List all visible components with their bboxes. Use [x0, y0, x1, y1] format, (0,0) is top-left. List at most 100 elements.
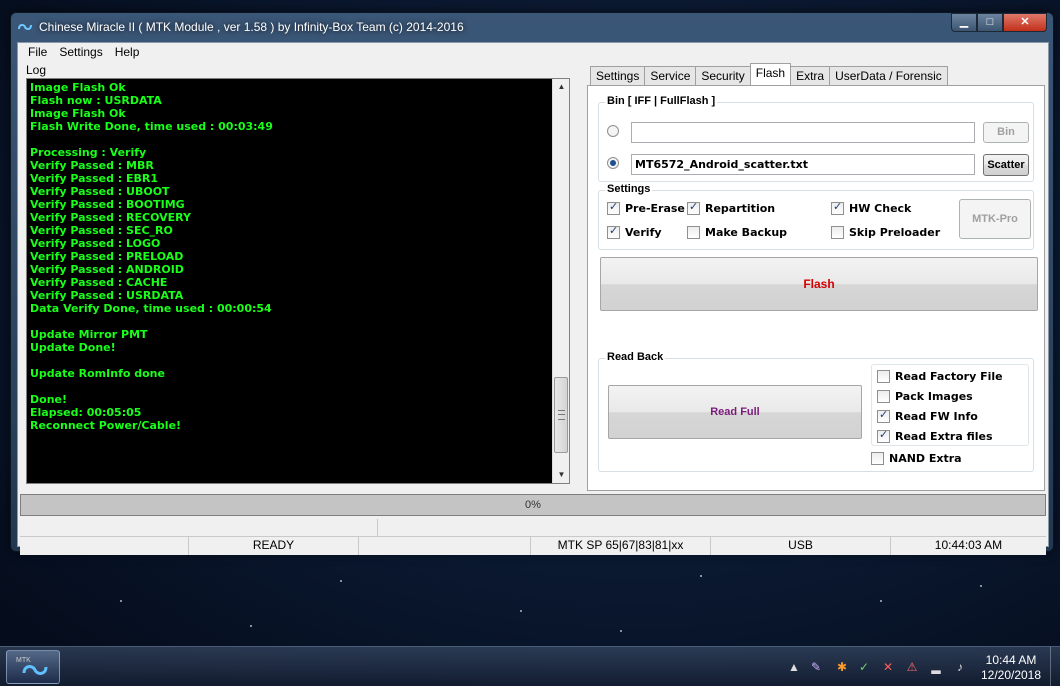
flag-error-icon[interactable]: ✕ [880, 659, 896, 675]
read-extra-files-option[interactable]: Read Extra files [877, 428, 993, 443]
repartition-label: Repartition [705, 202, 776, 215]
taskbar-app-button[interactable]: MTK [6, 650, 60, 684]
clock-time: 10:44 AM [985, 653, 1037, 667]
pre-erase-option[interactable]: Pre-Erase [607, 200, 685, 215]
bin-radio[interactable] [607, 125, 619, 137]
title-bar[interactable]: Chinese Miracle II ( MTK Module , ver 1.… [11, 13, 1053, 41]
log-scrollbar[interactable]: ▲ ▼ [552, 79, 569, 483]
verify-option[interactable]: Verify [607, 224, 662, 239]
scroll-down-icon[interactable]: ▼ [553, 467, 570, 483]
skip-preloader-label: Skip Preloader [849, 226, 941, 239]
settings-group-title: Settings [605, 183, 653, 195]
maximize-button[interactable]: □ [977, 13, 1003, 32]
infinity-logo-icon [18, 23, 32, 31]
mtk-pro-button[interactable]: MTK-Pro [959, 199, 1031, 239]
pack-images-label: Pack Images [895, 390, 973, 403]
shield-check-icon[interactable]: ✓ [856, 659, 872, 675]
nand-extra-option[interactable]: NAND Extra [871, 452, 962, 465]
taskbar-clock[interactable]: 10:44 AM 12/20/2018 [978, 653, 1044, 683]
menu-bar: File Settings Help [18, 43, 1048, 61]
minimize-button[interactable]: ▁ [951, 13, 977, 32]
read-factory-file-label: Read Factory File [895, 370, 1003, 383]
tab-service[interactable]: Service [644, 66, 697, 85]
read-full-button[interactable]: Read Full [608, 385, 862, 439]
nand-extra-label: NAND Extra [889, 452, 962, 465]
read-factory-file-checkbox[interactable] [877, 370, 890, 383]
status-cell-empty-2 [358, 537, 530, 555]
tab-userdata-forensic[interactable]: UserData / Forensic [829, 66, 948, 85]
repartition-checkbox[interactable] [687, 200, 700, 215]
signal-icon[interactable]: ▂ [928, 659, 944, 675]
read-extra-files-label: Read Extra files [895, 430, 993, 443]
read-extra-files-checkbox[interactable] [877, 428, 890, 443]
verify-label: Verify [625, 226, 662, 239]
tab-extra[interactable]: Extra [790, 66, 831, 85]
hw-check-label: HW Check [849, 202, 912, 215]
bin-file-field[interactable] [631, 122, 975, 143]
usb-warning-icon[interactable]: ⚠ [904, 659, 920, 675]
tab-flash[interactable]: Flash [749, 63, 792, 85]
menu-file[interactable]: File [22, 43, 53, 61]
scatter-radio[interactable] [607, 157, 619, 169]
tab-strip: Settings Service Security Flash Extra Us… [590, 63, 948, 85]
status-time: 10:44:03 AM [890, 537, 1046, 555]
menu-settings[interactable]: Settings [53, 43, 108, 61]
skip-preloader-option[interactable]: Skip Preloader [831, 226, 940, 239]
make-backup-option[interactable]: Make Backup [687, 226, 787, 239]
scroll-thumb[interactable] [554, 377, 568, 453]
show-desktop-button[interactable] [1050, 647, 1060, 686]
read-fw-info-checkbox[interactable] [877, 408, 890, 423]
repartition-option[interactable]: Repartition [687, 200, 776, 215]
read-back-group: Read Back Read Full Read Factory File Pa… [598, 351, 1034, 472]
make-backup-label: Make Backup [705, 226, 788, 239]
read-factory-file-option[interactable]: Read Factory File [877, 370, 1003, 383]
bin-button[interactable]: Bin [983, 122, 1029, 143]
progress-bar: 0% [20, 494, 1046, 516]
scatter-button[interactable]: Scatter [983, 154, 1029, 176]
status-platform: MTK SP 65|67|83|81|xx [530, 537, 710, 555]
read-back-group-title: Read Back [605, 351, 666, 363]
client-area: File Settings Help Log Image Flash Ok Fl… [17, 42, 1049, 555]
nand-extra-checkbox[interactable] [871, 452, 884, 465]
skip-preloader-checkbox[interactable] [831, 226, 844, 239]
avast-icon[interactable]: ✱ [834, 659, 850, 675]
app-window: Chinese Miracle II ( MTK Module , ver 1.… [10, 12, 1054, 555]
status-spacer-row [20, 519, 1046, 537]
feather-icon[interactable]: ✎ [808, 659, 824, 675]
tab-settings[interactable]: Settings [590, 66, 646, 85]
taskbar: MTK ▲ ✎ ✱ ✓ ✕ ⚠ ▂ ♪ 10:44 AM 12/20/2018 [0, 646, 1060, 686]
hw-check-option[interactable]: HW Check [831, 200, 912, 215]
bin-group: Bin [ IFF | FullFlash ] Bin MT6572_Andro… [598, 95, 1034, 182]
status-state: READY [188, 537, 358, 555]
tray-expand-icon[interactable]: ▲ [786, 659, 802, 675]
clock-date: 12/20/2018 [980, 668, 1042, 682]
pack-images-checkbox[interactable] [877, 390, 890, 403]
log-text: Image Flash Ok Flash now : USRDATA Image… [30, 81, 273, 432]
scatter-file-field[interactable]: MT6572_Android_scatter.txt [631, 154, 975, 175]
infinity-app-icon [22, 665, 48, 675]
pre-erase-checkbox[interactable] [607, 200, 620, 215]
read-fw-info-label: Read FW Info [895, 410, 978, 423]
status-connection: USB [710, 537, 890, 555]
read-fw-info-option[interactable]: Read FW Info [877, 408, 978, 423]
scroll-up-icon[interactable]: ▲ [553, 79, 570, 95]
status-cell-empty [20, 537, 188, 555]
log-label: Log [26, 63, 47, 77]
flash-tab-panel: Bin [ IFF | FullFlash ] Bin MT6572_Andro… [587, 85, 1045, 491]
log-panel[interactable]: Image Flash Ok Flash now : USRDATA Image… [26, 78, 570, 484]
hw-check-checkbox[interactable] [831, 200, 844, 215]
settings-group: Settings Pre-Erase Repartition HW Check … [598, 183, 1034, 250]
menu-help[interactable]: Help [109, 43, 146, 61]
bin-group-title: Bin [ IFF | FullFlash ] [605, 95, 718, 107]
flash-button[interactable]: Flash [600, 257, 1038, 311]
window-title: Chinese Miracle II ( MTK Module , ver 1.… [39, 20, 464, 34]
tab-security[interactable]: Security [695, 66, 751, 85]
verify-checkbox[interactable] [607, 224, 620, 239]
make-backup-checkbox[interactable] [687, 226, 700, 239]
pre-erase-label: Pre-Erase [625, 202, 685, 215]
close-button[interactable]: ✕ [1003, 13, 1047, 32]
pack-images-option[interactable]: Pack Images [877, 390, 973, 403]
volume-icon[interactable]: ♪ [952, 659, 968, 675]
status-bar: READY MTK SP 65|67|83|81|xx USB 10:44:03… [20, 537, 1046, 555]
read-options-box: Read Factory File Pack Images Read FW In… [871, 364, 1029, 446]
